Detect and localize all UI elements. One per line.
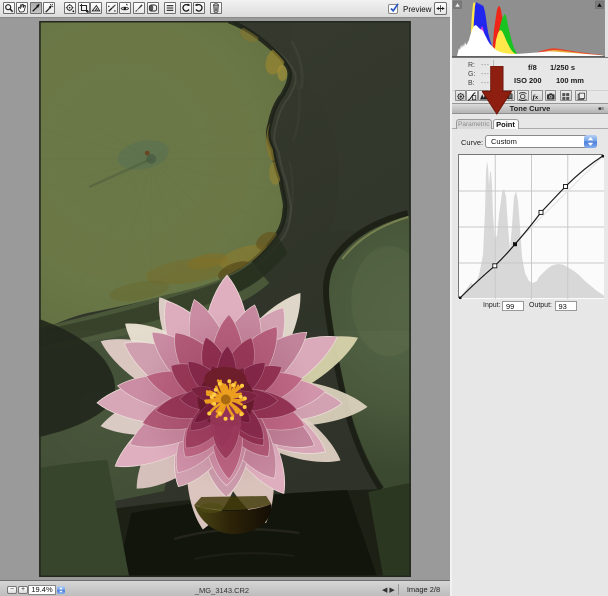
svg-text:fx: fx [533,94,539,101]
